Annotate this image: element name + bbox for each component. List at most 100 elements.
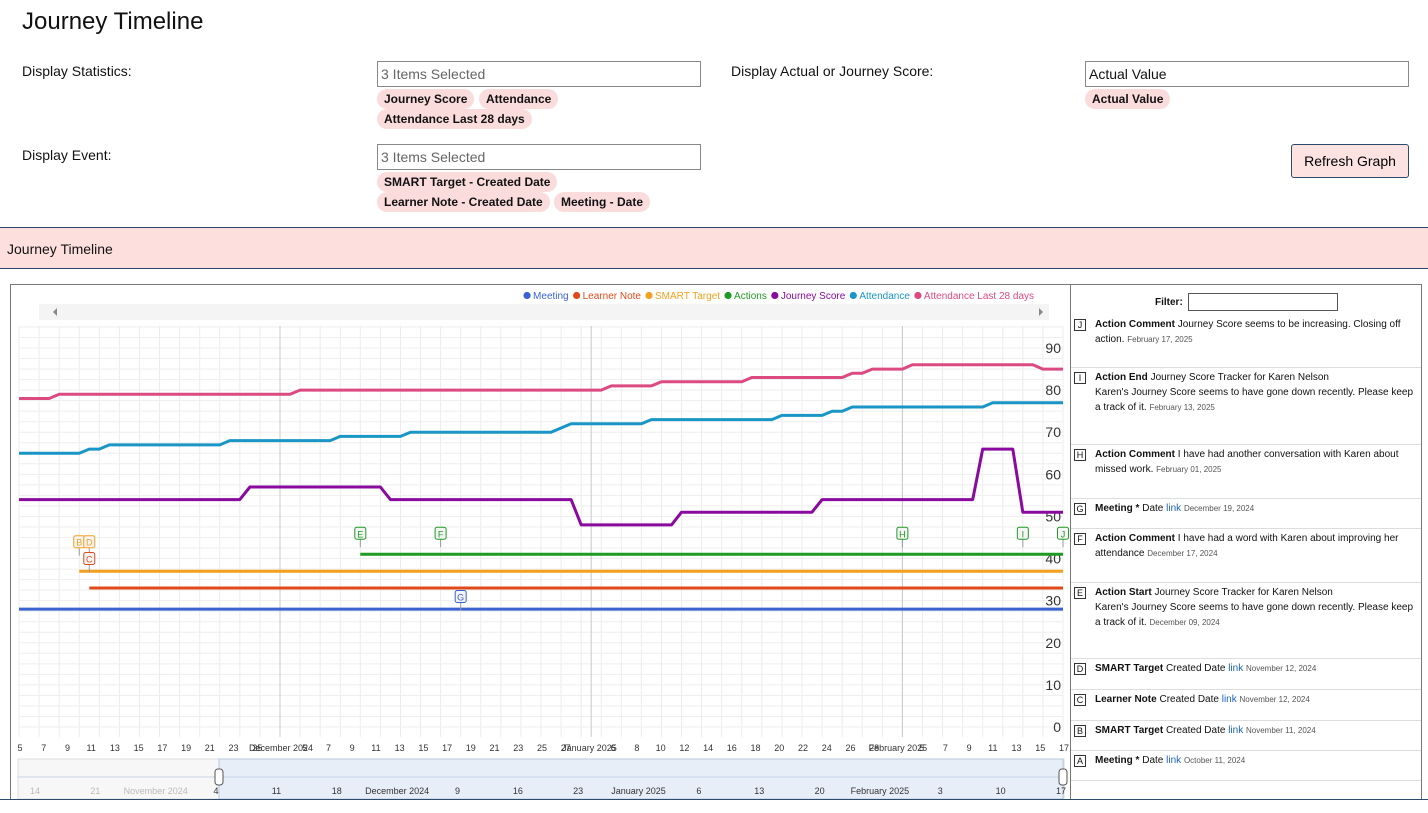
x-tick-label: 6 [611, 743, 616, 753]
x-tick-label: 17 [442, 743, 452, 753]
x-tick-label: 11 [988, 743, 997, 753]
event-link[interactable]: link [1228, 663, 1246, 674]
x-tick-label: 18 [751, 743, 761, 753]
event-type: SMART Target [1095, 663, 1166, 674]
x-tick-label: 15 [418, 743, 428, 753]
y-tick-label: 10 [1045, 677, 1061, 693]
y-tick-label: 0 [1053, 719, 1061, 735]
chip-actual-value[interactable]: Actual Value [1085, 89, 1171, 109]
navigator-handle-right[interactable] [1058, 768, 1068, 786]
x-tick-label: 7 [943, 743, 948, 753]
event-item-d[interactable]: D SMART Target Created Date link November… [1071, 659, 1421, 690]
legend-item-attendance[interactable]: Attendance [859, 291, 910, 302]
event-type: Action Comment [1095, 449, 1178, 460]
flag-label: J [1061, 529, 1066, 539]
x-tick-label: 19 [466, 743, 476, 753]
navigator-label: 9 [455, 786, 460, 796]
x-tick-label: 23 [513, 743, 523, 753]
event-item-i[interactable]: I Action End Journey Score Tracker for Ka… [1071, 368, 1421, 445]
x-tick-label: 13 [110, 743, 120, 753]
event-type: Meeting * [1095, 755, 1143, 766]
event-date: February 01, 2025 [1156, 465, 1222, 474]
x-tick-label: 14 [703, 743, 713, 753]
event-item-c[interactable]: C Learner Note Created Date link November… [1071, 690, 1421, 721]
y-tick-label: 30 [1045, 593, 1061, 609]
legend-item-learner-note[interactable]: Learner Note [583, 291, 642, 302]
flag-label: B [76, 538, 82, 548]
x-tick-label: 9 [967, 743, 972, 753]
flag-label: H [899, 529, 906, 539]
x-tick-label: 10 [656, 743, 666, 753]
event-multiselect[interactable]: 3 Items Selected [377, 144, 701, 170]
y-tick-label: 60 [1045, 466, 1061, 482]
event-type: Learner Note [1095, 694, 1160, 705]
event-item-a[interactable]: A Meeting * Date link October 11, 2024 [1071, 751, 1421, 781]
navigator-label: 20 [815, 786, 825, 796]
event-text: Journey Score Tracker for Karen Nelson [1150, 372, 1329, 383]
chip-learner-note[interactable]: Learner Note - Created Date [377, 192, 550, 212]
legend-item-meeting[interactable]: Meeting [533, 291, 569, 302]
legend-item-actions[interactable]: Actions [734, 291, 767, 302]
legend-marker [724, 291, 732, 300]
x-tick-label: 5 [302, 743, 307, 753]
x-tick-label: 9 [65, 743, 70, 753]
event-item-g[interactable]: G Meeting * Date link December 19, 2024 [1071, 499, 1421, 529]
event-body: Action Comment I have had a word with Ka… [1095, 531, 1419, 561]
event-key-badge: D [1074, 663, 1086, 675]
statistics-multiselect[interactable]: 3 Items Selected [377, 61, 701, 87]
legend-item-journey-score[interactable]: Journey Score [781, 291, 846, 302]
event-type: Action Comment [1095, 319, 1178, 330]
legend-item-smart-target[interactable]: SMART Target [655, 291, 720, 302]
chip-attendance[interactable]: Attendance [479, 89, 559, 109]
event-item-h[interactable]: H Action Comment I have had another conve… [1071, 445, 1421, 499]
navigator-label: 21 [90, 786, 100, 796]
chip-smart-target[interactable]: SMART Target - Created Date [377, 172, 558, 192]
timeline-chart[interactable]: 9080706050403020100B DCE FGH I JAttendance L… [11, 285, 1071, 800]
x-tick-label: 7 [41, 743, 46, 753]
event-link[interactable]: link [1166, 503, 1184, 514]
event-date: November 12, 2024 [1246, 664, 1317, 673]
flag-label: I [1022, 529, 1025, 539]
event-link[interactable]: link [1166, 755, 1184, 766]
x-tick-label: 16 [727, 743, 737, 753]
divider [0, 799, 1428, 800]
event-body: Learner Note Created Date link November … [1095, 692, 1419, 707]
legend-marker [771, 291, 779, 300]
y-tick-label: 20 [1045, 635, 1061, 651]
x-tick-label: 11 [371, 743, 380, 753]
event-link[interactable]: link [1228, 725, 1246, 736]
x-tick-label: 26 [845, 743, 855, 753]
filter-input[interactable] [1188, 293, 1338, 311]
event-body: Action Comment Journey Score seems to be… [1095, 317, 1419, 347]
event-body: Action Start Journey Score Tracker for K… [1095, 585, 1419, 630]
event-item-f[interactable]: F Action Comment I have had a word with K… [1071, 529, 1421, 583]
x-tick-label: 5 [17, 743, 22, 753]
event-key-badge: E [1074, 587, 1086, 599]
event-text: Date [1142, 503, 1167, 514]
flag-label: F [438, 529, 444, 539]
actual-or-score-select[interactable]: Actual Value [1085, 61, 1409, 87]
x-tick-label: 21 [205, 743, 215, 753]
chip-journey-score[interactable]: Journey Score [377, 89, 475, 109]
chip-meeting-date[interactable]: Meeting - Date [554, 192, 651, 212]
legend-item-attendance-last-28-days[interactable]: Attendance Last 28 days [924, 291, 1034, 302]
legend-marker [645, 291, 653, 300]
refresh-graph-button[interactable]: Refresh Graph [1291, 144, 1409, 178]
event-text: Created Date [1165, 725, 1229, 736]
navigator-label: 3 [938, 786, 943, 796]
event-link[interactable]: link [1222, 694, 1240, 705]
event-item-e[interactable]: E Action Start Journey Score Tracker for … [1071, 583, 1421, 659]
event-key-badge: B [1074, 725, 1086, 737]
event-date: November 12, 2024 [1239, 695, 1310, 704]
navigator-label: 14 [30, 786, 40, 796]
event-key-badge: A [1074, 755, 1086, 767]
navigator-handle-left[interactable] [214, 768, 224, 786]
event-item-j[interactable]: J Action Comment Journey Score seems to b… [1071, 315, 1421, 368]
chip-attendance-last-28-days[interactable]: Attendance Last 28 days [377, 109, 532, 129]
event-body: Action Comment I have had another conver… [1095, 447, 1419, 477]
chart-panel: 90 80 70 60 50 40 30 20 10 0 B D C E F G H I J Attendance L… [10, 284, 1071, 800]
event-type: Meeting * [1095, 503, 1143, 514]
navigator-label: 4 [214, 786, 219, 796]
event-item-b[interactable]: B SMART Target Created Date link November… [1071, 721, 1421, 751]
navigator-label: 11 [272, 786, 281, 796]
